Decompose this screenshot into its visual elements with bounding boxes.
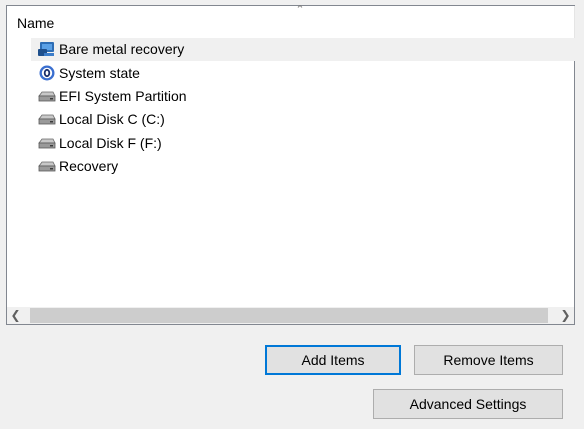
advanced-settings-button[interactable]: Advanced Settings xyxy=(373,389,563,419)
column-header[interactable]: ⌃ Name xyxy=(7,4,575,40)
list-item-label: Local Disk F (F:) xyxy=(59,135,162,151)
list-item-recovery[interactable]: Recovery xyxy=(31,155,576,178)
list-item-system-state[interactable]: System state xyxy=(31,62,576,85)
item-list-panel[interactable]: ⌃ Name Bare metal recovery System state … xyxy=(6,4,576,325)
list-item-label: Bare metal recovery xyxy=(59,41,185,57)
list-item-label: Local Disk C (C:) xyxy=(59,111,165,127)
scroll-left-icon[interactable]: ❮ xyxy=(7,307,24,324)
add-items-button[interactable]: Add Items xyxy=(265,345,401,375)
scrollbar-thumb[interactable] xyxy=(30,308,548,323)
list-item-label: System state xyxy=(59,65,140,81)
drive-icon xyxy=(38,114,56,125)
horizontal-scrollbar[interactable]: ❮ ❯ xyxy=(7,307,574,324)
list-item-label: Recovery xyxy=(59,158,119,174)
scroll-right-icon[interactable]: ❯ xyxy=(557,307,574,324)
list-item-local-disk-f[interactable]: Local Disk F (F:) xyxy=(31,132,576,155)
drive-icon xyxy=(38,91,56,102)
drive-icon xyxy=(38,138,56,149)
remove-items-button[interactable]: Remove Items xyxy=(414,345,563,375)
list-item-bare-metal-recovery[interactable]: Bare metal recovery xyxy=(31,38,576,61)
list-item-local-disk-c[interactable]: Local Disk C (C:) xyxy=(31,108,576,131)
drive-icon xyxy=(38,161,56,172)
bare-metal-recovery-icon xyxy=(38,42,54,56)
sort-ascending-icon: ⌃ xyxy=(295,4,305,16)
column-divider xyxy=(574,6,575,40)
column-header-name[interactable]: Name xyxy=(17,15,54,31)
system-state-icon xyxy=(39,65,55,81)
list-item-efi-system-partition[interactable]: EFI System Partition xyxy=(31,85,576,108)
list-item-label: EFI System Partition xyxy=(59,88,187,104)
